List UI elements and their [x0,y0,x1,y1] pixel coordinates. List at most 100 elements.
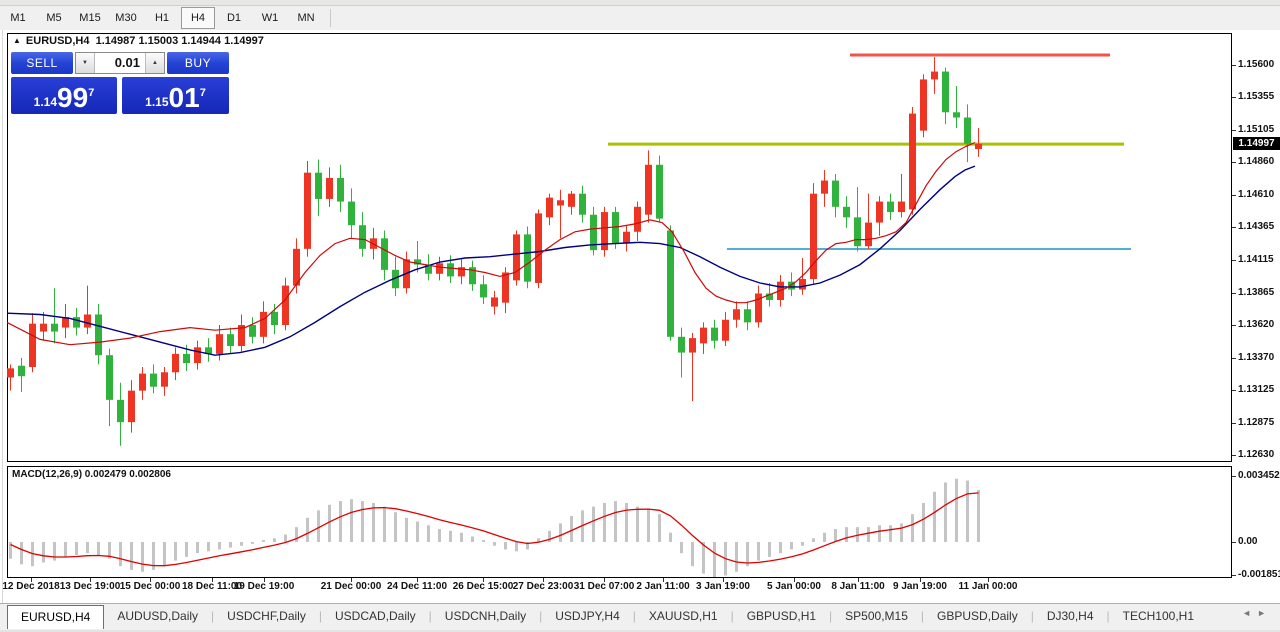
timeframe-button-mn[interactable]: MN [289,7,323,29]
bull-candle [172,354,179,372]
macd-bar [757,542,760,561]
bull-candle [920,79,927,130]
bull-candle [535,213,542,283]
macd-tick [1232,542,1236,543]
buy-price-display[interactable]: 1.15017 [122,77,229,114]
buy-price-pip: 7 [200,87,206,99]
chart-tab-usdcnh-daily[interactable]: USDCNH,Daily [432,605,539,627]
bull-candle [700,328,707,344]
macd-bar [119,542,122,566]
macd-bar [592,507,595,542]
buy-button[interactable]: BUY [167,52,229,74]
timeframe-button-d1[interactable]: D1 [217,7,251,29]
timeframe-button-h1[interactable]: H1 [145,7,179,29]
timeframe-button-m30[interactable]: M30 [109,7,143,29]
bull-candle [304,173,311,249]
chart-tab-tech100-h1[interactable]: TECH100,H1 [1110,605,1207,627]
chart-tab-usdchf-daily[interactable]: USDCHF,Daily [214,605,319,627]
time-axis-label: 12 Dec 2018 [2,581,59,592]
time-axis-label: 27 Dec 23:00 [513,581,574,592]
price-tick [1232,227,1236,228]
time-axis-label: 5 Jan 00:00 [767,581,821,592]
macd-bar [867,527,870,542]
time-axis-label: 8 Jan 11:00 [831,581,884,592]
timeframe-button-m1[interactable]: M1 [1,7,35,29]
chart-tab-audusd-daily[interactable]: AUDUSD,Daily [104,605,211,627]
bull-candle [689,338,696,352]
chart-tab-gbpusd-daily[interactable]: GBPUSD,Daily [924,605,1031,627]
bear-candle [183,354,190,363]
chart-tab-dj30-h4[interactable]: DJ30,H4 [1034,605,1107,627]
macd-bar [229,542,232,548]
macd-bar [647,509,650,542]
chart-tab-xauusd-h1[interactable]: XAUUSD,H1 [636,605,731,627]
bear-candle [117,400,124,422]
chart-tab-usdjpy-h4[interactable]: USDJPY,H4 [542,605,632,627]
timeframe-button-m15[interactable]: M15 [73,7,107,29]
timeframe-button-w1[interactable]: W1 [253,7,287,29]
macd-bar [669,533,672,542]
volume-decrease-icon[interactable]: ▼ [76,53,95,73]
bull-candle [821,181,828,194]
volume-input[interactable]: 0.01 [95,53,145,73]
volume-spinner: ▼ 0.01 ▲ [75,52,165,74]
macd-bar [570,516,573,542]
macd-bar [955,479,958,542]
bull-candle [975,144,982,149]
macd-bar [240,542,243,546]
price-axis-label: 1.14860 [1238,156,1274,168]
macd-bar [64,542,67,557]
bull-candle [634,207,641,232]
bear-candle [854,217,861,246]
macd-bar [97,542,100,555]
timeframe-button-m5[interactable]: M5 [37,7,71,29]
time-axis-label: 3 Jan 19:00 [696,581,750,592]
bear-candle [953,112,960,117]
bear-candle [843,207,850,218]
scroll-right-icon[interactable]: ► [1257,608,1272,618]
volume-increase-icon[interactable]: ▲ [145,53,164,73]
bear-candle [106,355,113,400]
bear-candle [227,334,234,346]
price-axis-label: 1.14365 [1238,221,1274,233]
macd-bar [339,501,342,542]
bear-candle [612,212,619,244]
sell-button[interactable]: SELL [11,52,73,74]
chart-tab-gbpusd-h1[interactable]: GBPUSD,H1 [734,605,829,627]
bull-candle [282,286,289,325]
chart-tab-usdcad-daily[interactable]: USDCAD,Daily [322,605,429,627]
macd-bar [75,542,78,555]
sell-price-display[interactable]: 1.14997 [11,77,117,114]
macd-bar [702,542,705,574]
bull-candle [260,312,267,337]
bull-candle [623,232,630,244]
macd-bar [515,542,518,551]
scroll-left-icon[interactable]: ◄ [1242,608,1257,618]
macd-border [8,467,1232,578]
macd-bar [295,527,298,542]
bull-candle [645,165,652,215]
price-tick [1232,130,1236,131]
price-axis-label: 1.15600 [1238,59,1274,71]
bear-candle [832,181,839,207]
bull-candle [568,194,575,207]
bear-candle [480,284,487,297]
chart-tabs-bar: EURUSD,H4AUDUSD,Daily|USDCHF,Daily|USDCA… [0,603,1280,631]
time-axis-label: 13 Dec 19:00 [60,581,121,592]
chart-tab-sp500-m15[interactable]: SP500,M15 [832,605,921,627]
timeframe-button-h4[interactable]: H4 [181,7,215,29]
macd-bar [163,542,166,566]
bear-candle [18,366,25,377]
one-click-trading-panel: SELL ▼ 0.01 ▲ BUY 1.14997 1.15017 [11,52,229,114]
macd-bar [185,542,188,557]
collapse-triangle-icon[interactable]: ▲ [13,36,21,45]
price-tick [1232,162,1236,163]
bear-candle [381,238,388,270]
price-axis-label: 1.15105 [1238,124,1274,136]
macd-bar [306,518,309,542]
chart-tab-eurusd-h4[interactable]: EURUSD,H4 [7,605,104,629]
macd-bar [196,542,199,553]
chart-symbol: EURUSD,H4 [26,35,90,47]
macd-indicator-canvas[interactable] [7,466,1232,578]
price-axis-label: 1.14610 [1238,189,1274,201]
